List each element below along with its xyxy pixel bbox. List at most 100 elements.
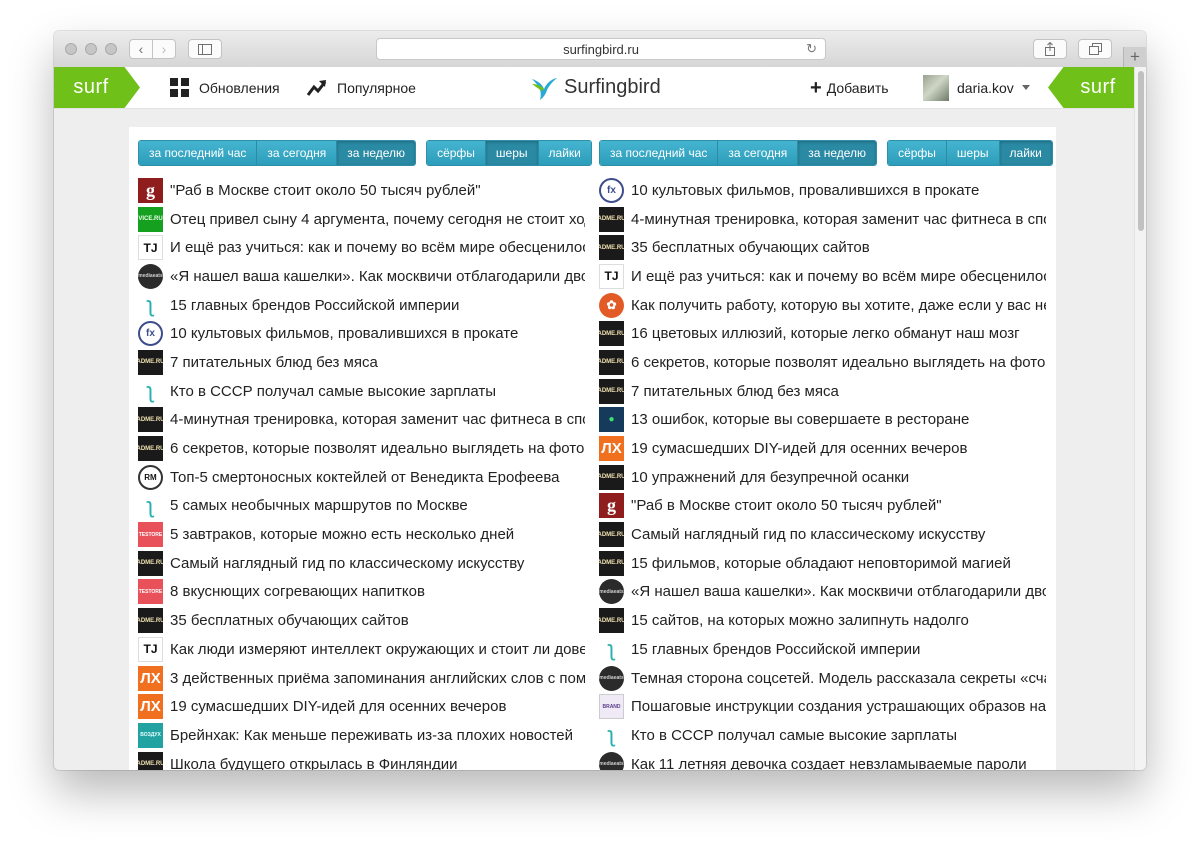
right-type-shares[interactable]: шеры [946,141,1000,165]
list-item[interactable]: g "Раб в Москве стоит около 50 тысяч рубл… [138,176,585,205]
article-title[interactable]: Пошаговые инструкции создания устрашающи… [631,698,1046,715]
list-item[interactable]: mediaeats Темная сторона соцсетей. Модель… [599,664,1046,693]
right-time-today[interactable]: за сегодня [718,141,799,165]
list-item[interactable]: ADME.RU 16 цветовых иллюзий, которые легк… [599,319,1046,348]
article-title[interactable]: 15 главных брендов Российской империи [631,641,1046,658]
list-item[interactable]: ʅ 15 главных брендов Российской империи [138,291,585,320]
list-item[interactable]: ADME.RU 4-минутная тренировка, которая за… [599,205,1046,234]
zoom-window-button[interactable] [105,43,117,55]
right-time-week[interactable]: за неделю [798,141,877,165]
article-title[interactable]: 8 вкуснющих согревающих напитков [170,583,585,600]
add-link[interactable]: + Добавить [810,67,889,108]
left-time-week[interactable]: за неделю [337,141,416,165]
surf-left-tab[interactable]: surf [54,67,140,108]
left-type-surfs[interactable]: сёрфы [427,141,486,165]
list-item[interactable]: BRAND Пошаговые инструкции создания устра… [599,692,1046,721]
article-title[interactable]: 10 культовых фильмов, провалившихся в пр… [170,325,585,342]
reload-icon[interactable]: ↻ [806,41,817,57]
list-item[interactable]: ВОЗДУХ Брейнхак: Как меньше переживать из… [138,721,585,750]
scrollbar-thumb[interactable] [1138,71,1144,231]
list-item[interactable]: ЛХ 3 действенных приёма запоминания англи… [138,664,585,693]
article-title[interactable]: Как 11 летняя девочка создает невзламыва… [631,756,1046,770]
sidebar-button[interactable] [188,39,222,59]
list-item[interactable]: ADME.RU 7 питательных блюд без мяса [138,348,585,377]
article-title[interactable]: 10 упражнений для безупречной осанки [631,469,1046,486]
article-title[interactable]: И ещё раз учиться: как и почему во всём … [170,239,585,256]
list-item[interactable]: ADME.RU 6 секретов, которые позволят идеа… [599,348,1046,377]
list-item[interactable]: TJ Как люди измеряют интеллект окружающих… [138,635,585,664]
right-type-surfs[interactable]: сёрфы [888,141,947,165]
list-item[interactable]: ● 13 ошибок, которые вы совершаете в рест… [599,406,1046,435]
article-title[interactable]: «Я нашел ваша кашелки». Как москвичи отб… [631,583,1046,600]
popular-link[interactable]: Популярное [307,67,416,108]
article-title[interactable]: И ещё раз учиться: как и почему во всём … [631,268,1046,285]
list-item[interactable]: TESTORE 5 завтраков, которые можно есть н… [138,520,585,549]
article-title[interactable]: 19 сумасшедших DIY-идей для осенних вече… [631,440,1046,457]
list-item[interactable]: TESTORE 8 вкуснющих согревающих напитков [138,578,585,607]
article-title[interactable]: 10 культовых фильмов, провалившихся в пр… [631,182,1046,199]
updates-link[interactable]: Обновления [170,67,280,108]
new-tab-button[interactable]: + [1123,47,1146,67]
list-item[interactable]: ADME.RU 15 сайтов, на которых можно залип… [599,606,1046,635]
list-item[interactable]: ADME.RU 35 бесплатных обучающих сайтов [599,233,1046,262]
minimize-window-button[interactable] [85,43,97,55]
list-item[interactable]: ADME.RU 4-минутная тренировка, которая за… [138,406,585,435]
list-item[interactable]: ʅ 5 самых необычных маршрутов по Москве [138,492,585,521]
article-title[interactable]: Топ-5 смертоносных коктейлей от Венедикт… [170,469,585,486]
surf-right-tab[interactable]: surf [1048,67,1134,108]
list-item[interactable]: ADME.RU Школа будущего открылась в Финлян… [138,750,585,770]
site-logo[interactable]: Surfingbird [530,67,661,108]
article-title[interactable]: "Раб в Москве стоит около 50 тысяч рубле… [170,182,585,199]
article-title[interactable]: Школа будущего открылась в Финляндии [170,756,585,770]
article-title[interactable]: 35 бесплатных обучающих сайтов [631,239,1046,256]
list-item[interactable]: fx 10 культовых фильмов, провалившихся в … [599,176,1046,205]
list-item[interactable]: TJ И ещё раз учиться: как и почему во всё… [138,233,585,262]
article-title[interactable]: 7 питательных блюд без мяса [170,354,585,371]
article-title[interactable]: 5 завтраков, которые можно есть нескольк… [170,526,585,543]
article-title[interactable]: 19 сумасшедших DIY-идей для осенних вече… [170,698,585,715]
address-bar[interactable]: surfingbird.ru ↻ [376,38,826,60]
article-title[interactable]: 15 сайтов, на которых можно залипнуть на… [631,612,1046,629]
article-title[interactable]: 4-минутная тренировка, которая заменит ч… [170,411,585,428]
article-title[interactable]: Самый наглядный гид по классическому иск… [170,555,585,572]
article-title[interactable]: 16 цветовых иллюзий, которые легко обман… [631,325,1046,342]
forward-button[interactable]: › [152,39,176,59]
list-item[interactable]: ʅ Кто в СССР получал самые высокие зарпла… [138,377,585,406]
list-item[interactable]: ADME.RU 15 фильмов, которые обладают непо… [599,549,1046,578]
left-type-likes[interactable]: лайки [538,141,591,165]
list-item[interactable]: ADME.RU 7 питательных блюд без мяса [599,377,1046,406]
list-item[interactable]: mediaeats Как 11 летняя девочка создает н… [599,750,1046,770]
article-title[interactable]: Брейнхак: Как меньше переживать из-за пл… [170,727,585,744]
list-item[interactable]: ЛХ 19 сумасшедших DIY-идей для осенних ве… [599,434,1046,463]
left-time-hour[interactable]: за последний час [139,141,258,165]
list-item[interactable]: ADME.RU Самый наглядный гид по классическ… [138,549,585,578]
list-item[interactable]: ЛХ 19 сумасшедших DIY-идей для осенних ве… [138,692,585,721]
left-time-today[interactable]: за сегодня [257,141,338,165]
tabs-overview-button[interactable] [1078,39,1112,59]
article-title[interactable]: 7 питательных блюд без мяса [631,383,1046,400]
right-time-hour[interactable]: за последний час [600,141,719,165]
page-scrollbar[interactable] [1134,67,1146,770]
article-title[interactable]: Самый наглядный гид по классическому иск… [631,526,1046,543]
article-title[interactable]: 6 секретов, которые позволят идеально вы… [631,354,1046,371]
article-title[interactable]: 15 фильмов, которые обладают неповторимо… [631,555,1046,572]
list-item[interactable]: VICE.RU Отец привел сыну 4 аргумента, поч… [138,205,585,234]
list-item[interactable]: mediaeats «Я нашел ваша кашелки». Как мос… [138,262,585,291]
article-title[interactable]: Кто в СССР получал самые высокие зарплат… [631,727,1046,744]
article-title[interactable]: Как получить работу, которую вы хотите, … [631,297,1046,314]
article-title[interactable]: 3 действенных приёма запоминания английс… [170,670,585,687]
article-title[interactable]: 15 главных брендов Российской империи [170,297,585,314]
back-button[interactable]: ‹ [129,39,153,59]
article-title[interactable]: 4-минутная тренировка, которая заменит ч… [631,211,1046,228]
article-title[interactable]: "Раб в Москве стоит около 50 тысяч рубле… [631,497,1046,514]
article-title[interactable]: Как люди измеряют интеллект окружающих и… [170,641,585,658]
list-item[interactable]: ✿ Как получить работу, которую вы хотите,… [599,291,1046,320]
article-title[interactable]: «Я нашел ваша кашелки». Как москвичи отб… [170,268,585,285]
share-button[interactable] [1033,39,1067,59]
left-type-shares[interactable]: шеры [485,141,539,165]
list-item[interactable]: TJ И ещё раз учиться: как и почему во всё… [599,262,1046,291]
list-item[interactable]: g "Раб в Москве стоит около 50 тысяч рубл… [599,492,1046,521]
list-item[interactable]: ʅ Кто в СССР получал самые высокие зарпла… [599,721,1046,750]
article-title[interactable]: 13 ошибок, которые вы совершаете в ресто… [631,411,1046,428]
article-title[interactable]: 5 самых необычных маршрутов по Москве [170,497,585,514]
